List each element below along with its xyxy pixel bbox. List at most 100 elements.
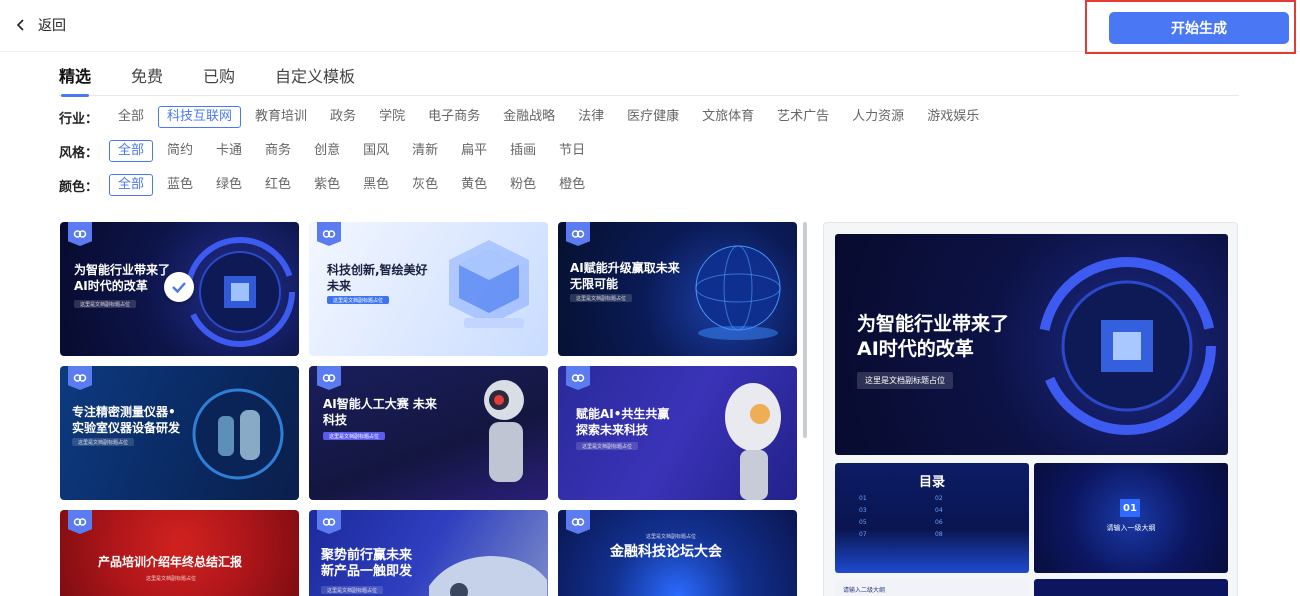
- tab-free[interactable]: 免费: [131, 66, 163, 96]
- toc-numbers-right: 02 04 06 08: [935, 493, 943, 541]
- style-chip[interactable]: 简约: [158, 140, 202, 162]
- toc-number: 01: [859, 495, 867, 502]
- toc-number: 08: [935, 531, 943, 538]
- car-graphic-icon: [429, 556, 547, 596]
- template-subtitle: 这里是文档副标题占位: [74, 300, 137, 308]
- style-chip[interactable]: 创意: [305, 140, 349, 162]
- template-card[interactable]: 科技创新,智绘美好 未来 这里是文档副标题占位: [309, 222, 548, 356]
- template-preview-panel: 为智能行业带来了 AI时代的改革 这里是文档副标题占位 目录 01 03 05 …: [823, 222, 1238, 596]
- template-badge-icon: [68, 510, 92, 534]
- style-label: 风格：: [59, 145, 99, 161]
- generate-highlight-box: 开始生成: [1085, 0, 1296, 54]
- toc-number: 05: [859, 519, 867, 526]
- industry-chip[interactable]: 教育培训: [246, 106, 316, 128]
- color-chip[interactable]: 绿色: [207, 174, 251, 196]
- lens-graphic-icon: [192, 388, 284, 480]
- grid-scrollbar[interactable]: [803, 222, 807, 438]
- template-subtitle: 这里是文档副标题占位: [646, 534, 697, 540]
- industry-chip[interactable]: 文旅体育: [693, 106, 763, 128]
- industry-chip[interactable]: 游戏娱乐: [918, 106, 988, 128]
- template-subtitle: 这里是文档副标题占位: [323, 432, 386, 440]
- template-card[interactable]: 专注精密测量仪器• 实验室仪器设备研发 这里是文档副标题占位: [60, 366, 299, 500]
- section-number: 01: [1120, 499, 1140, 517]
- color-chip[interactable]: 黄色: [452, 174, 496, 196]
- style-chip[interactable]: 扁平: [452, 140, 496, 162]
- template-tabs: 精选 免费 已购 自定义模板: [59, 66, 1239, 97]
- style-chip[interactable]: 清新: [403, 140, 447, 162]
- template-subtitle: 这里是文档副标题占位: [146, 576, 197, 582]
- style-chip[interactable]: 节日: [550, 140, 594, 162]
- preview-cover-slide: 为智能行业带来了 AI时代的改革 这里是文档副标题占位: [835, 234, 1228, 455]
- industry-chip[interactable]: 法律: [569, 106, 613, 128]
- template-title: 专注精密测量仪器• 实验室仪器设备研发: [72, 405, 181, 435]
- industry-chip[interactable]: 电子商务: [419, 106, 489, 128]
- template-title: 产品培训介绍年终总结汇报: [98, 555, 243, 569]
- color-chip-selected[interactable]: 全部: [109, 174, 154, 196]
- style-chip[interactable]: 插画: [501, 140, 545, 162]
- template-badge-icon: [317, 222, 341, 246]
- color-chip[interactable]: 黑色: [354, 174, 398, 196]
- template-title: 赋能AI•共生共赢 探索未来科技: [576, 407, 670, 437]
- humanoid-graphic-icon: [725, 383, 781, 500]
- preview-section-slide: 01 请输入一级大纲: [1034, 463, 1228, 573]
- template-card[interactable]: 产品培训介绍年终总结汇报 这里是文档副标题占位: [60, 510, 299, 596]
- tab-featured[interactable]: 精选: [59, 66, 91, 97]
- preview-subtitle: 这里是文档副标题占位: [857, 372, 953, 389]
- template-subtitle: 这里是文档副标题占位: [72, 438, 135, 446]
- style-filter: 风格： 全部 简约 卡通 商务 创意 国风 清新 扁平 插画 节日: [59, 139, 599, 163]
- template-title: 为智能行业带来了 AI时代的改革: [74, 263, 171, 293]
- industry-chip[interactable]: 艺术广告: [768, 106, 838, 128]
- toc-title: 目录: [918, 475, 945, 490]
- template-card[interactable]: AI智能人工大赛 未来 科技 这里是文档副标题占位: [309, 366, 548, 500]
- toc-number: 03: [859, 507, 867, 514]
- industry-chip[interactable]: 金融战略: [494, 106, 564, 128]
- template-badge-icon: [566, 510, 590, 534]
- template-badge-icon: [566, 222, 590, 246]
- color-chip[interactable]: 蓝色: [158, 174, 202, 196]
- subsection-title: 请输入二级大纲: [843, 587, 886, 594]
- tab-purchased[interactable]: 已购: [203, 66, 235, 96]
- industry-chip[interactable]: 人力资源: [843, 106, 913, 128]
- chevron-left-icon: [16, 19, 24, 31]
- industry-label: 行业：: [59, 111, 99, 127]
- start-generate-button[interactable]: 开始生成: [1109, 12, 1289, 44]
- toc-number: 04: [935, 507, 943, 514]
- industry-chip[interactable]: 全部: [109, 106, 153, 128]
- template-card[interactable]: 这里是文档副标题占位 金融科技论坛大会: [558, 510, 797, 596]
- industry-chip-selected[interactable]: 科技互联网: [158, 106, 242, 128]
- style-chip[interactable]: 商务: [256, 140, 300, 162]
- template-title: 金融科技论坛大会: [610, 544, 722, 560]
- color-chip[interactable]: 灰色: [403, 174, 447, 196]
- template-title: 科技创新,智绘美好 未来: [327, 263, 428, 293]
- template-card[interactable]: AI赋能升级赢取未来 无限可能 这里是文档副标题占位: [558, 222, 797, 356]
- template-card[interactable]: 聚势前行赢未来 新产品一触即发 这里是文档副标题占位: [309, 510, 548, 596]
- toc-number: 07: [859, 531, 867, 538]
- template-subtitle: 这里是文档副标题占位: [576, 442, 639, 450]
- preview-toc-slide: 目录 01 03 05 07 02 04 06 08: [835, 463, 1029, 573]
- industry-chip[interactable]: 政务: [321, 106, 365, 128]
- style-chip[interactable]: 国风: [354, 140, 398, 162]
- preview-subsection-slide: 请输入二级大纲: [835, 579, 1029, 596]
- template-card[interactable]: 赋能AI•共生共赢 探索未来科技 这里是文档副标题占位: [558, 366, 797, 500]
- color-chip[interactable]: 橙色: [550, 174, 594, 196]
- back-button[interactable]: 返回: [14, 15, 66, 35]
- tab-custom-templates[interactable]: 自定义模板: [275, 66, 355, 96]
- toc-numbers-left: 01 03 05 07: [859, 493, 867, 541]
- color-chip[interactable]: 红色: [256, 174, 300, 196]
- industry-chip[interactable]: 医疗健康: [618, 106, 688, 128]
- cube-graphic-icon: [449, 240, 529, 328]
- color-filter: 颜色： 全部 蓝色 绿色 红色 紫色 黑色 灰色 黄色 粉色 橙色: [59, 173, 599, 197]
- industry-chip[interactable]: 学院: [370, 106, 414, 128]
- template-subtitle: 这里是文档副标题占位: [321, 586, 384, 594]
- template-card-selected[interactable]: 为智能行业带来了 AI时代的改革 这里是文档副标题占位: [60, 222, 299, 356]
- preview-title: 为智能行业带来了 AI时代的改革: [857, 313, 1010, 360]
- template-subtitle: 这里是文档副标题占位: [327, 296, 390, 304]
- color-chip[interactable]: 紫色: [305, 174, 349, 196]
- style-chip-selected[interactable]: 全部: [109, 140, 154, 162]
- preview-next-slide: [1034, 579, 1228, 596]
- section-title: 请输入一级大纲: [1106, 524, 1156, 532]
- color-chip[interactable]: 粉色: [501, 174, 545, 196]
- template-badge-icon: [68, 366, 92, 390]
- style-chip[interactable]: 卡通: [207, 140, 251, 162]
- top-bar: 返回 开始生成: [0, 0, 1300, 54]
